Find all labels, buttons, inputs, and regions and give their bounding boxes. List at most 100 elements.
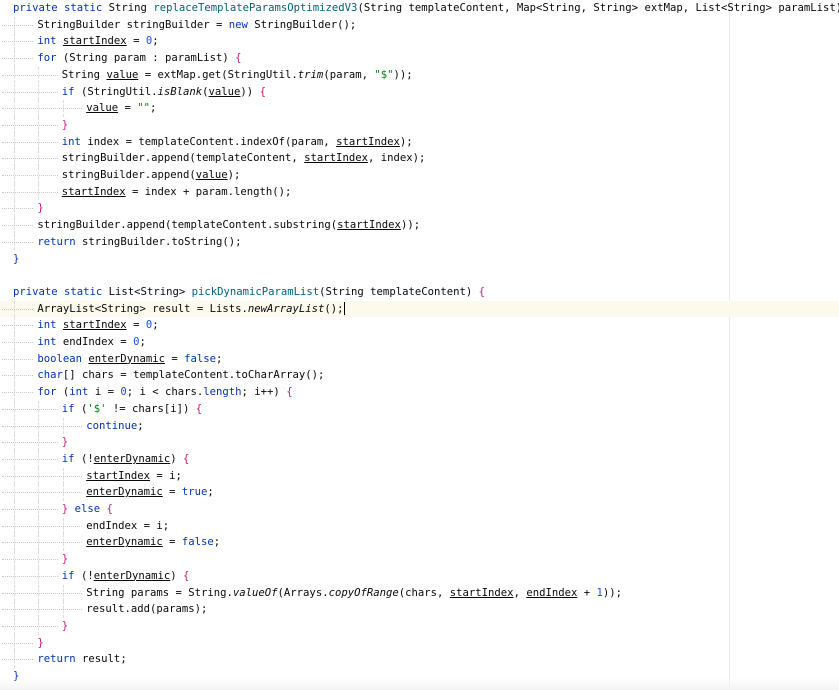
- code-token: startIndex: [61, 185, 126, 198]
- code-token: {: [235, 52, 242, 65]
- code-text: }: [13, 251, 19, 268]
- code-line[interactable]: }: [0, 200, 839, 218]
- code-line[interactable]: }: [0, 116, 839, 134]
- code-line[interactable]: if ('$' != chars[i]) {: [0, 400, 839, 418]
- code-text: int endIndex = 0;: [37, 334, 145, 351]
- code-token: (String templateContent): [319, 285, 479, 298]
- code-line[interactable]: continue;: [0, 417, 839, 435]
- code-line[interactable]: stringBuilder.append(value);: [0, 167, 839, 184]
- code-line[interactable]: char[] chars = templateContent.toCharArr…: [0, 367, 839, 385]
- whitespace-marker: [2, 609, 83, 611]
- code-text: }: [37, 200, 43, 217]
- code-line[interactable]: int index = templateContent.indexOf(para…: [0, 133, 839, 151]
- code-token: StringBuilder stringBuilder =: [37, 18, 229, 31]
- code-text: return stringBuilder.toString();: [37, 234, 241, 251]
- code-line[interactable]: for (int i = 0; i < chars.length; i++) {: [0, 384, 839, 401]
- code-token: (Arrays.: [277, 586, 329, 599]
- whitespace-marker: [2, 659, 34, 661]
- code-line[interactable]: result.add(params);: [0, 601, 839, 618]
- code-line[interactable]: stringBuilder.append(templateContent.sub…: [0, 217, 839, 234]
- code-token: '$': [87, 402, 107, 415]
- code-line[interactable]: ArrayList<String> result = Lists.newArra…: [0, 300, 839, 318]
- code-line[interactable]: return result;: [0, 651, 839, 668]
- code-line[interactable]: stringBuilder.append(templateContent, st…: [0, 150, 839, 167]
- code-token: {: [195, 402, 203, 415]
- code-token: String: [61, 68, 107, 81]
- whitespace-marker: [2, 241, 34, 244]
- code-line[interactable]: int startIndex = 0;: [0, 33, 839, 51]
- code-token: enterDynamic: [88, 352, 165, 365]
- code-token: , index);: [367, 152, 426, 165]
- code-line[interactable]: enterDynamic = false;: [0, 534, 839, 552]
- code-line[interactable]: StringBuilder stringBuilder = new String…: [0, 16, 839, 34]
- code-line[interactable]: String params = String.valueOf(Arrays.co…: [0, 584, 839, 602]
- code-line[interactable]: startIndex = i;: [0, 467, 839, 485]
- code-token: int: [37, 35, 63, 48]
- code-text: stringBuilder.append(templateContent.sub…: [37, 217, 420, 234]
- code-line[interactable]: private static String replaceTemplatePar…: [0, 0, 839, 17]
- code-line[interactable]: }: [0, 434, 839, 451]
- code-editor[interactable]: private static String replaceTemplatePar…: [0, 0, 839, 690]
- code-token: index = templateContent.indexOf(param,: [87, 135, 337, 148]
- code-line[interactable]: private static List<String> pickDynamicP…: [0, 284, 839, 301]
- code-token: (String templateContent, Map<String, Str…: [357, 2, 839, 14]
- code-token: (param,: [323, 68, 375, 81]
- code-line[interactable]: String value = extMap.get(StringUtil.tri…: [0, 66, 839, 84]
- whitespace-marker: [2, 509, 58, 511]
- code-line[interactable]: } else {: [0, 501, 839, 518]
- code-token: (StringUtil.: [80, 85, 158, 98]
- code-line[interactable]: value = "";: [0, 100, 839, 117]
- code-line[interactable]: for (String param : paramList) {: [0, 50, 839, 67]
- code-token: if: [61, 452, 81, 465]
- code-token: ;: [213, 536, 221, 549]
- code-token: trim: [297, 68, 324, 81]
- code-token: int: [37, 319, 63, 332]
- whitespace-marker: [2, 91, 58, 94]
- code-token: private static: [13, 2, 109, 14]
- code-token: for: [37, 386, 63, 399]
- whitespace-marker: [2, 225, 34, 227]
- code-line[interactable]: if (StringUtil.isBlank(value)) {: [0, 83, 839, 101]
- whitespace-marker: [2, 74, 58, 77]
- code-text: int startIndex = 0;: [37, 33, 158, 50]
- code-line[interactable]: int startIndex = 0;: [0, 317, 839, 334]
- code-line[interactable]: return stringBuilder.toString();: [0, 233, 839, 251]
- code-line[interactable]: }: [0, 617, 839, 635]
- code-text: stringBuilder.append(templateContent, st…: [62, 150, 426, 167]
- code-token: startIndex: [62, 319, 127, 332]
- code-token: ;: [139, 336, 146, 348]
- code-line[interactable]: }: [0, 251, 839, 268]
- code-token: String params = String.: [86, 586, 233, 599]
- code-token: ;: [149, 102, 157, 115]
- code-token: enterDynamic: [86, 486, 163, 499]
- code-line[interactable]: enterDynamic = true;: [0, 484, 839, 501]
- code-token: ): [170, 569, 184, 582]
- code-line[interactable]: if (!enterDynamic) {: [0, 567, 839, 585]
- code-line[interactable]: if (!enterDynamic) {: [0, 450, 839, 468]
- code-token: }: [37, 202, 44, 215]
- code-token: (String param : paramList): [62, 52, 236, 65]
- code-text: ArrayList<String> result = Lists.newArra…: [37, 301, 345, 318]
- code-token: if: [61, 85, 81, 98]
- whitespace-marker: [2, 492, 83, 494]
- code-text: if (!enterDynamic) {: [62, 451, 190, 468]
- code-line[interactable]: [0, 267, 839, 284]
- whitespace-marker: [2, 559, 58, 561]
- code-text: result.add(params);: [86, 601, 207, 618]
- code-token: {: [259, 85, 266, 98]
- code-text: private static List<String> pickDynamicP…: [13, 284, 485, 301]
- code-token: copyOfRange: [328, 586, 399, 599]
- code-text: endIndex = i;: [86, 518, 169, 535]
- code-line[interactable]: }: [0, 634, 839, 652]
- code-token: =: [164, 352, 185, 365]
- code-token: List<String>: [108, 285, 192, 298]
- code-token: );: [399, 135, 413, 148]
- code-line[interactable]: startIndex = index + param.length();: [0, 183, 839, 201]
- code-token: length: [203, 386, 242, 399]
- code-token: ;: [137, 419, 144, 432]
- code-line[interactable]: endIndex = i;: [0, 517, 839, 535]
- code-token: "": [137, 102, 150, 115]
- code-line[interactable]: boolean enterDynamic = false;: [0, 350, 839, 368]
- code-line[interactable]: int endIndex = 0;: [0, 334, 839, 351]
- code-line[interactable]: }: [0, 551, 839, 568]
